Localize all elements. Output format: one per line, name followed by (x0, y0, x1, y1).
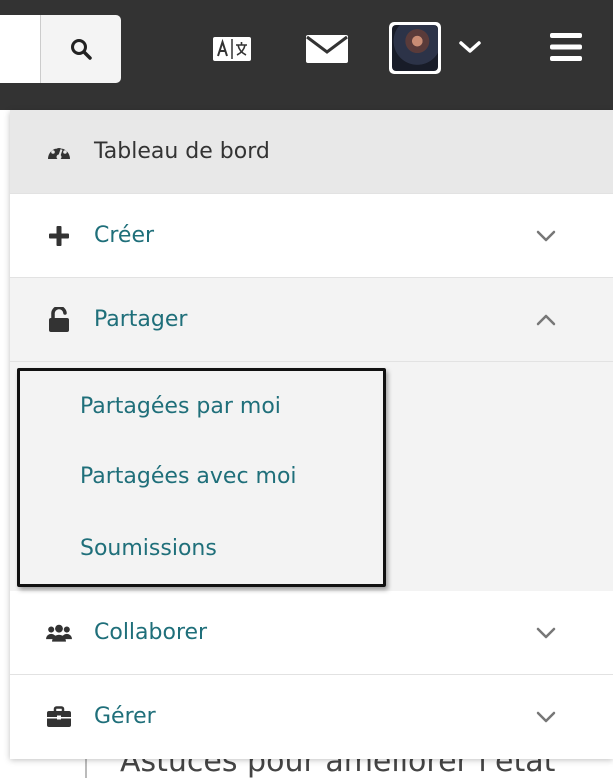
chevron-down-icon[interactable] (535, 623, 557, 643)
navigation-dropdown-menu: Tableau de bord Créer Partager Partagées… (10, 110, 613, 759)
translate-icon[interactable] (212, 36, 252, 62)
menu-item-manage[interactable]: Gérer (10, 675, 613, 759)
menu-item-label: Tableau de bord (94, 139, 270, 164)
menu-item-label: Collaborer (94, 620, 208, 645)
briefcase-icon (46, 705, 72, 729)
submenu-item-shared-by-me[interactable]: Partagées par moi (80, 392, 281, 422)
users-icon (46, 621, 72, 645)
avatar-image (392, 25, 438, 71)
hamburger-icon[interactable] (546, 29, 586, 65)
chevron-up-icon[interactable] (535, 310, 557, 330)
top-navbar (0, 0, 613, 110)
menu-item-share[interactable]: Partager (10, 278, 613, 362)
menu-item-collaborate[interactable]: Collaborer (10, 591, 613, 675)
menu-item-label: Partager (94, 307, 188, 332)
search-input[interactable] (0, 15, 40, 83)
menu-item-dashboard[interactable]: Tableau de bord (10, 110, 613, 194)
search-icon (71, 39, 92, 60)
menu-item-create[interactable]: Créer (10, 194, 613, 278)
chevron-down-icon[interactable] (535, 226, 557, 246)
submenu-item-shared-with-me[interactable]: Partagées avec moi (80, 462, 297, 492)
plus-icon (46, 224, 72, 248)
chevron-down-icon[interactable] (453, 33, 487, 61)
menu-item-label: Créer (94, 223, 155, 248)
chevron-down-icon[interactable] (535, 707, 557, 727)
mail-icon[interactable] (305, 34, 349, 64)
unlock-icon (46, 307, 72, 332)
menu-item-label: Gérer (94, 704, 156, 729)
search-button[interactable] (40, 15, 121, 83)
dashboard-gauge-icon (46, 140, 72, 164)
share-submenu: Partagées par moi Partagées avec moi Sou… (10, 362, 613, 591)
submenu-item-submissions[interactable]: Soumissions (80, 534, 217, 564)
avatar[interactable] (389, 22, 441, 74)
